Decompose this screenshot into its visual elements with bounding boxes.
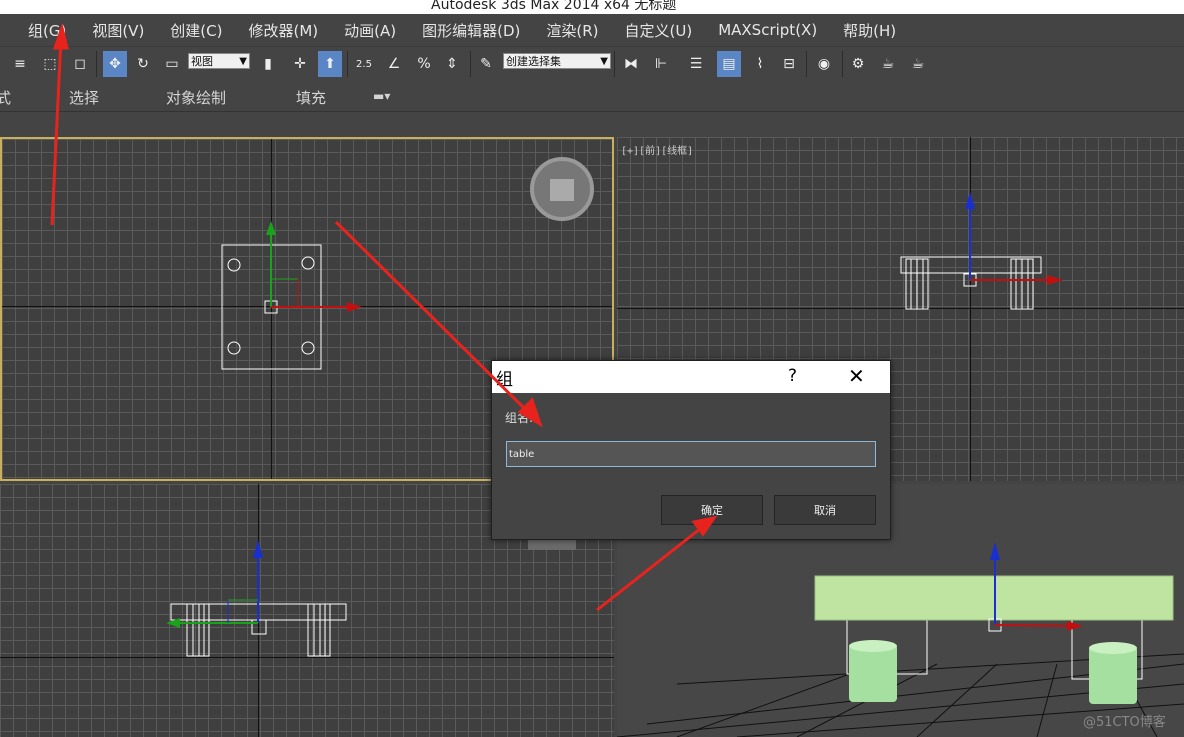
menu-create[interactable]: 创建(C) — [156, 20, 234, 41]
dialog-titlebar: 组 ? ✕ — [492, 361, 890, 393]
dialog-title: 组 — [496, 370, 513, 390]
percent-snap-label: % — [417, 56, 431, 72]
main-toolbar: ≡ ⬚ ◻ ✥ ↻ ▭ 视图 ▼ ▮ ✛ ⬆ 2.5 ∠ % ⇕ ✎ 创建选择集… — [0, 46, 1184, 81]
snap-label: 2.5 — [356, 58, 372, 70]
material-editor-icon[interactable]: ◉ — [812, 51, 836, 77]
ribbon-tab-selection[interactable]: 选择 — [69, 87, 99, 108]
render-setup-icon[interactable]: ⚙ — [846, 51, 870, 77]
pivot-center-icon[interactable]: ▮ — [256, 51, 280, 77]
chevron-down-icon: ▼ — [600, 56, 608, 67]
spinner-snap-icon[interactable]: ⇕ — [440, 51, 464, 77]
menu-help[interactable]: 帮助(H) — [829, 20, 908, 41]
region-select-icon[interactable]: ⬚ — [38, 51, 62, 77]
ok-button[interactable]: 确定 — [661, 495, 763, 525]
window-crossing-icon[interactable]: ◻ — [68, 51, 92, 77]
coord-system-value: 视图 — [191, 55, 213, 68]
toggle-ribbon-icon[interactable]: ▤ — [717, 51, 741, 77]
select-move-icon[interactable]: ✥ — [103, 51, 127, 77]
menu-graph-editors[interactable]: 图形编辑器(D) — [408, 20, 532, 41]
edit-named-selection-icon[interactable]: ✎ — [474, 51, 498, 77]
snap-toggle-icon[interactable]: 2.5 — [352, 51, 376, 77]
rendered-frame-icon[interactable]: ☕ — [876, 51, 900, 77]
ribbon-tab-modeling[interactable]: 式 — [0, 87, 11, 108]
menu-maxscript[interactable]: MAXScript(X) — [704, 21, 829, 39]
menu-rendering[interactable]: 渲染(R) — [532, 20, 610, 41]
window-titlebar: Autodesk 3ds Max 2014 x64 无标题 — [0, 0, 1184, 14]
select-scale-icon[interactable]: ▭ — [160, 51, 184, 77]
select-manipulate-icon[interactable]: ⬆ — [318, 51, 342, 77]
select-by-name-icon[interactable]: ≡ — [8, 51, 32, 77]
chevron-down-icon: ▼ — [239, 56, 247, 67]
layer-manager-icon[interactable]: ☰ — [684, 51, 708, 77]
named-selection-dropdown[interactable]: 创建选择集 ▼ — [503, 53, 611, 69]
menubar: 组(G) 视图(V) 创建(C) 修改器(M) 动画(A) 图形编辑器(D) 渲… — [0, 14, 1184, 46]
window-title: Autodesk 3ds Max 2014 x64 无标题 — [431, 0, 677, 13]
menu-modifiers[interactable]: 修改器(M) — [234, 20, 330, 41]
render-production-icon[interactable]: ☕ — [906, 51, 930, 77]
group-dialog: 组 ? ✕ 组名: 确定 取消 — [491, 360, 891, 540]
ribbon-tab-populate[interactable]: 填充 — [296, 87, 326, 108]
group-name-input[interactable] — [506, 441, 876, 467]
cancel-button[interactable]: 取消 — [774, 495, 876, 525]
schematic-view-icon[interactable]: ⊟ — [777, 51, 801, 77]
menu-view[interactable]: 视图(V) — [78, 20, 156, 41]
ribbon-tab-object-paint[interactable]: 对象绘制 — [166, 87, 226, 108]
ribbon-panel — [0, 112, 1184, 136]
curve-editor-icon[interactable]: ⌇ — [748, 51, 772, 77]
menu-animation[interactable]: 动画(A) — [330, 20, 408, 41]
ribbon: 式 选择 对象绘制 填充 ▬▾ — [0, 81, 1184, 112]
close-icon[interactable]: ✕ — [848, 364, 865, 388]
coord-system-dropdown[interactable]: 视图 ▼ — [188, 53, 250, 69]
menu-group[interactable]: 组(G) — [0, 20, 78, 41]
group-name-label: 组名: — [505, 411, 534, 425]
select-rotate-icon[interactable]: ↻ — [131, 51, 155, 77]
help-icon[interactable]: ? — [788, 366, 797, 386]
transform-gizmo-icon[interactable]: ✛ — [288, 51, 312, 77]
align-icon[interactable]: ⊩ — [649, 51, 673, 77]
watermark: @51CTO博客 — [1083, 715, 1166, 730]
angle-snap-icon[interactable]: ∠ — [382, 51, 406, 77]
ribbon-options-icon[interactable]: ▬▾ — [373, 89, 390, 103]
menu-customize[interactable]: 自定义(U) — [611, 20, 705, 41]
named-selection-value: 创建选择集 — [506, 55, 561, 68]
mirror-icon[interactable]: ⧓ — [619, 51, 643, 77]
percent-snap-icon[interactable]: % — [412, 51, 436, 77]
